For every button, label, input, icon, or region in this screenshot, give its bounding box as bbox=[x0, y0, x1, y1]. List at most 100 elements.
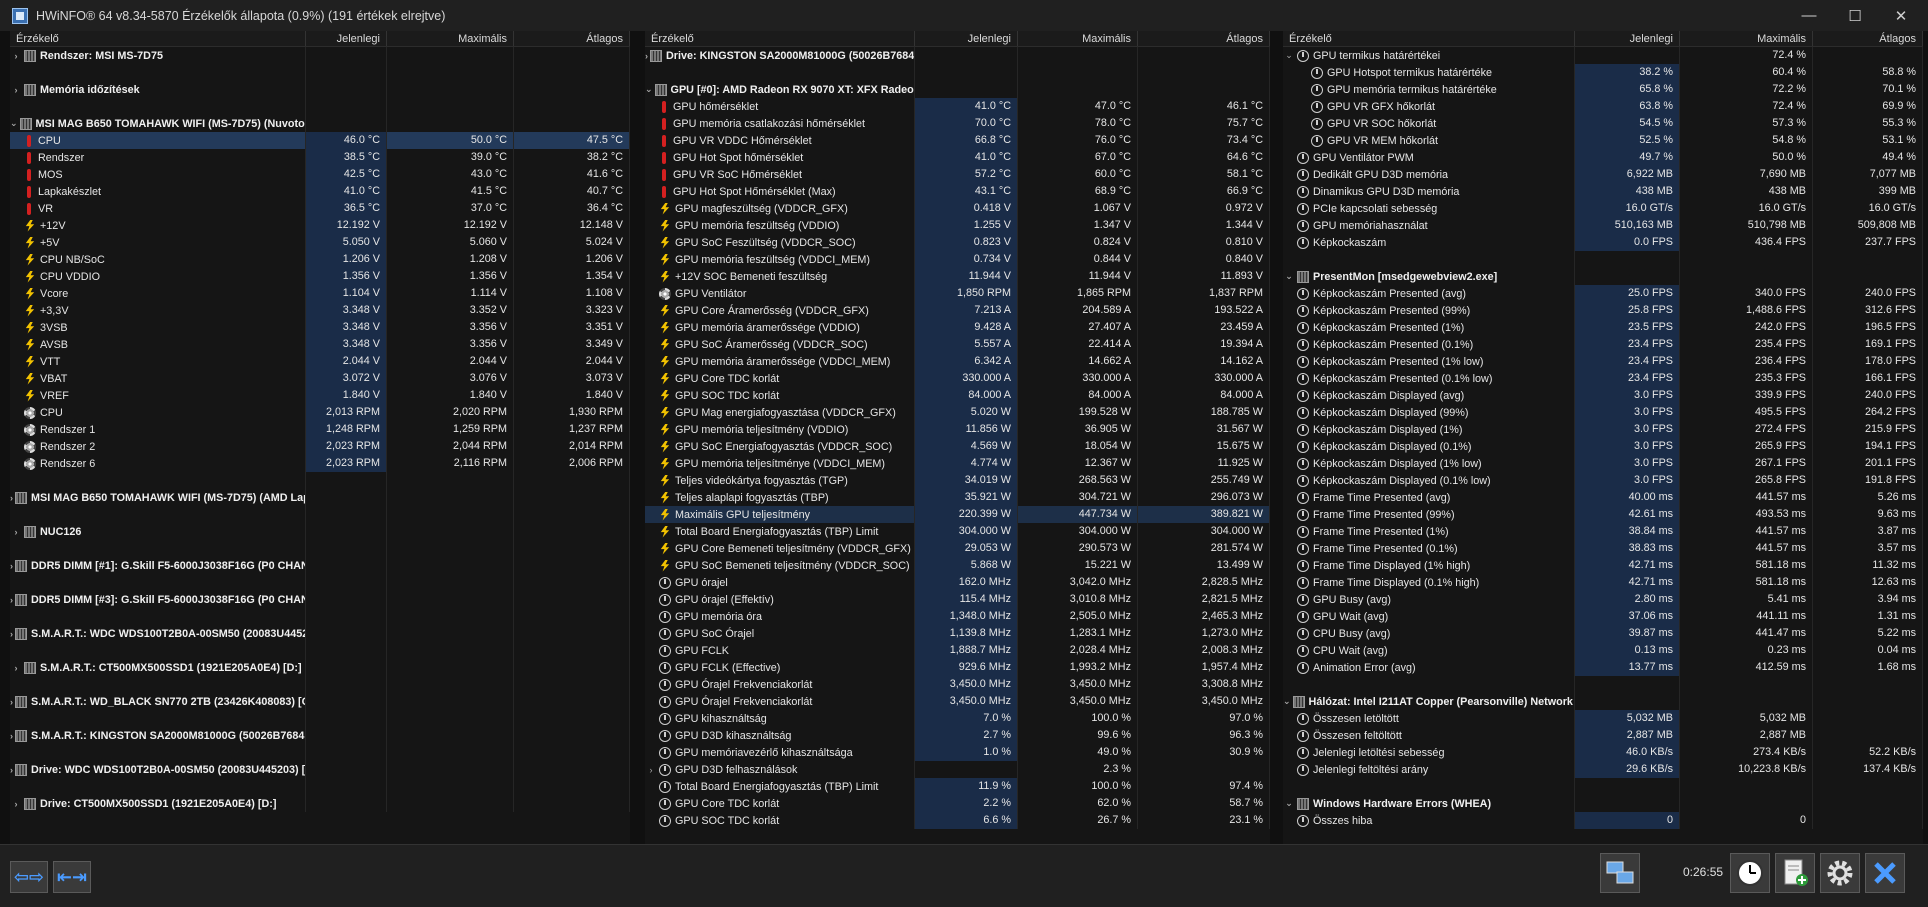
sensor-row[interactable]: CPU NB/SoC 1.206 V 1.208 V 1.206 V bbox=[10, 251, 630, 268]
sensor-row[interactable]: GPU memóriavezérlő kihasználtsága 1.0 % 49… bbox=[645, 744, 1270, 761]
sensor-row[interactable]: VTT 2.044 V 2.044 V 2.044 V bbox=[10, 353, 630, 370]
column-max[interactable]: Maximális bbox=[1018, 31, 1138, 46]
sensor-row[interactable]: GPU Wait (avg) 37.06 ms 441.11 ms 1.31 ms bbox=[1283, 608, 1923, 625]
sensor-panel-2[interactable]: Érzékelő Jelenlegi Maximális Átlagos › Drive:… bbox=[645, 31, 1270, 844]
sensor-row[interactable]: AVSB 3.348 V 3.356 V 3.349 V bbox=[10, 336, 630, 353]
sensor-panel-3[interactable]: Érzékelő Jelenlegi Maximális Átlagos ⌄ GPU te… bbox=[1283, 31, 1923, 844]
expand-toggle-icon[interactable]: › bbox=[10, 799, 22, 809]
column-avg[interactable]: Átlagos bbox=[514, 31, 630, 46]
sensor-group-header[interactable]: › MSI MAG B650 TOMAHAWK WIFI (MS-7D75) (A… bbox=[10, 489, 630, 506]
sensor-row[interactable]: Képkockaszám 0.0 FPS 436.4 FPS 237.7 FPS bbox=[1283, 234, 1923, 251]
expand-toggle-icon[interactable]: ⌄ bbox=[645, 84, 653, 95]
expand-toggle-icon[interactable]: ⌄ bbox=[1283, 271, 1295, 282]
column-current[interactable]: Jelenlegi bbox=[1575, 31, 1680, 46]
expand-toggle-icon[interactable]: › bbox=[10, 595, 13, 605]
sensor-row[interactable]: GPU Hot Spot hőmérséklet 41.0 °C 67.0 °C 64… bbox=[645, 149, 1270, 166]
sensor-row[interactable]: +12V 12.192 V 12.192 V 12.148 V bbox=[10, 217, 630, 234]
sensor-row[interactable]: GPU memória óra 1,348.0 MHz 2,505.0 MHz 2,4… bbox=[645, 608, 1270, 625]
collapse-expand-button[interactable]: ⇤⇥ bbox=[53, 861, 91, 893]
sensor-row[interactable]: GPU memória áramerőssége (VDDIO) 9.428 A2… bbox=[645, 319, 1270, 336]
sensor-row[interactable]: Frame Time Presented (avg) 40.00 ms 441.57… bbox=[1283, 489, 1923, 506]
sensor-row[interactable]: Rendszer 2 2,023 RPM 2,044 RPM 2,014 RPM bbox=[10, 438, 630, 455]
sensor-row[interactable]: GPU VR GFX hőkorlát 63.8 % 72.4 % 69.9 % bbox=[1283, 98, 1923, 115]
sensor-row[interactable]: +3,3V 3.348 V 3.352 V 3.323 V bbox=[10, 302, 630, 319]
sensor-row[interactable]: VREF 1.840 V 1.840 V 1.840 V bbox=[10, 387, 630, 404]
sensor-row[interactable]: GPU FCLK (Effective) 929.6 MHz 1,993.2 MHz… bbox=[645, 659, 1270, 676]
sensor-row[interactable]: GPU Ventilátor 1,850 RPM 1,865 RPM 1,837 RP… bbox=[645, 285, 1270, 302]
sensor-row[interactable]: GPU magfeszültség (VDDCR_GFX) 0.418 V 1.06… bbox=[645, 200, 1270, 217]
column-name[interactable]: Érzékelő bbox=[10, 31, 306, 46]
sensor-row[interactable]: GPU SoC Órajel 1,139.8 MHz 1,283.1 MHz 1,27… bbox=[645, 625, 1270, 642]
sensor-row[interactable]: GPU Ventilátor PWM 49.7 % 50.0 % 49.4 % bbox=[1283, 149, 1923, 166]
expand-toggle-icon[interactable]: › bbox=[10, 493, 13, 503]
sensor-row[interactable]: Teljes videókártya fogyasztás (TGP) 34.01… bbox=[645, 472, 1270, 489]
sensor-row[interactable]: GPU órajel (Effektív) 115.4 MHz 3,010.8 MH… bbox=[645, 591, 1270, 608]
sensor-group-header[interactable]: › S.M.A.R.T.: WDC WDS100T2B0A-00SM50 (200… bbox=[10, 625, 630, 642]
sensor-row[interactable]: Lapkakészlet 41.0 °C 41.5 °C 40.7 °C bbox=[10, 183, 630, 200]
expand-toggle-icon[interactable]: ⌄ bbox=[10, 118, 18, 129]
expand-toggle-icon[interactable]: ⌄ bbox=[1283, 798, 1295, 809]
sensor-row[interactable]: GPU memória feszültség (VDDCI_MEM) 0.734 … bbox=[645, 251, 1270, 268]
sensor-row[interactable]: Képkockaszám Presented (0.1%) 23.4 FPS 235… bbox=[1283, 336, 1923, 353]
sensor-row[interactable]: +5V 5.050 V 5.060 V 5.024 V bbox=[10, 234, 630, 251]
sensor-row[interactable]: CPU Wait (avg) 0.13 ms 0.23 ms 0.04 ms bbox=[1283, 642, 1923, 659]
sensor-row[interactable]: GPU SoC Áramerősség (VDDCR_SOC) 5.557 A 22… bbox=[645, 336, 1270, 353]
sensor-row[interactable]: GPU memória áramerőssége (VDDCI_MEM) 6.34… bbox=[645, 353, 1270, 370]
sensor-row[interactable]: Képkockaszám Displayed (avg) 3.0 FPS 339.9… bbox=[1283, 387, 1923, 404]
sensor-row[interactable]: Maximális GPU teljesítmény 220.399 W 447.7… bbox=[645, 506, 1270, 523]
expand-toggle-icon[interactable]: › bbox=[10, 765, 13, 775]
sensor-group-header[interactable]: › Drive: KINGSTON SA2000M81000G (50026B76… bbox=[645, 47, 1270, 64]
close-window-button[interactable]: ✕ bbox=[1878, 0, 1924, 31]
sensor-row[interactable]: GPU memória termikus határértéke 65.8 % 72… bbox=[1283, 81, 1923, 98]
expand-toggle-icon[interactable]: › bbox=[645, 51, 648, 61]
sensor-group-header[interactable]: ⌄ PresentMon [msedgewebview2.exe] bbox=[1283, 268, 1923, 285]
sensor-row[interactable]: MOS 42.5 °C 43.0 °C 41.6 °C bbox=[10, 166, 630, 183]
sensor-group-header[interactable]: › DDR5 DIMM [#3]: G.Skill F5-6000J3038F16… bbox=[10, 591, 630, 608]
sensor-row[interactable]: Összes hiba 0 0 bbox=[1283, 812, 1923, 829]
column-name[interactable]: Érzékelő bbox=[1283, 31, 1575, 46]
sensor-row[interactable]: GPU SoC Bemeneti teljesítmény (VDDCR_SOC… bbox=[645, 557, 1270, 574]
expand-toggle-icon[interactable]: › bbox=[10, 629, 13, 639]
sensor-row[interactable]: 3VSB 3.348 V 3.356 V 3.351 V bbox=[10, 319, 630, 336]
sensor-row[interactable]: Képkockaszám Presented (1% low) 23.4 FPS 2… bbox=[1283, 353, 1923, 370]
sensor-row[interactable]: GPU VR SoC Hőmérséklet 57.2 °C 60.0 °C 58.1… bbox=[645, 166, 1270, 183]
column-max[interactable]: Maximális bbox=[1680, 31, 1813, 46]
column-current[interactable]: Jelenlegi bbox=[306, 31, 387, 46]
sensor-row[interactable]: GPU SOC TDC korlát 6.6 % 26.7 % 23.1 % bbox=[645, 812, 1270, 829]
sensor-row[interactable]: GPU Mag energiafogyasztása (VDDCR_GFX) 5.… bbox=[645, 404, 1270, 421]
sensor-row[interactable]: Jelenlegi feltöltési arány 29.6 KB/s 10,22… bbox=[1283, 761, 1923, 778]
expand-toggle-icon[interactable]: ⌄ bbox=[1283, 50, 1295, 61]
sensor-row[interactable]: GPU VR SOC hőkorlát 54.5 % 57.3 % 55.3 % bbox=[1283, 115, 1923, 132]
sensor-row[interactable]: GPU D3D kihasználtság 2.7 % 99.6 % 96.3 % bbox=[645, 727, 1270, 744]
sensor-row[interactable]: Képkockaszám Displayed (99%) 3.0 FPS 495.5… bbox=[1283, 404, 1923, 421]
sensor-row[interactable]: Képkockaszám Presented (99%) 25.8 FPS 1,48… bbox=[1283, 302, 1923, 319]
sensor-row[interactable]: Képkockaszám Displayed (1% low) 3.0 FPS 26… bbox=[1283, 455, 1923, 472]
sensor-group-header[interactable]: › Drive: WDC WDS100T2B0A-00SM50 (20083U44… bbox=[10, 761, 630, 778]
close-sensors-button[interactable] bbox=[1865, 853, 1905, 893]
column-current[interactable]: Jelenlegi bbox=[915, 31, 1018, 46]
maximize-button[interactable]: ☐ bbox=[1832, 0, 1878, 31]
sensor-row[interactable]: GPU órajel 162.0 MHz 3,042.0 MHz 2,828.5 MH… bbox=[645, 574, 1270, 591]
sensor-row[interactable]: GPU memória csatlakozási hőmérséklet 70.0… bbox=[645, 115, 1270, 132]
expand-toggle-icon[interactable]: › bbox=[10, 663, 22, 673]
sensor-row[interactable]: GPU memória teljesítménye (VDDCI_MEM) 4.7… bbox=[645, 455, 1270, 472]
navigate-arrows-button[interactable]: ⇦⇨ bbox=[10, 861, 48, 893]
column-max[interactable]: Maximális bbox=[387, 31, 514, 46]
sensor-row[interactable]: › GPU D3D felhasználások 2.3 % bbox=[645, 761, 1270, 778]
sensor-row[interactable]: Képkockaszám Displayed (1%) 3.0 FPS 272.4 … bbox=[1283, 421, 1923, 438]
sensor-row[interactable]: Frame Time Displayed (1% high) 42.71 ms 58… bbox=[1283, 557, 1923, 574]
sensor-group-header[interactable]: › Rendszer: MSI MS-7D75 bbox=[10, 47, 630, 64]
sensor-row[interactable]: Dinamikus GPU D3D memória 438 MB 438 MB 399… bbox=[1283, 183, 1923, 200]
sensor-row[interactable]: +12V SOC Bemeneti feszültség 11.944 V 11.9… bbox=[645, 268, 1270, 285]
expand-toggle-icon[interactable]: › bbox=[10, 85, 22, 95]
sensor-row[interactable]: VR 36.5 °C 37.0 °C 36.4 °C bbox=[10, 200, 630, 217]
sensor-row[interactable]: Rendszer 1 1,248 RPM 1,259 RPM 1,237 RPM bbox=[10, 421, 630, 438]
sensor-row[interactable]: Képkockaszám Displayed (0.1%) 3.0 FPS 265.… bbox=[1283, 438, 1923, 455]
sensor-panel-1[interactable]: Érzékelő Jelenlegi Maximális Átlagos › Rendsz… bbox=[10, 31, 630, 844]
sensor-row[interactable]: Rendszer 6 2,023 RPM 2,116 RPM 2,006 RPM bbox=[10, 455, 630, 472]
column-avg[interactable]: Átlagos bbox=[1813, 31, 1923, 46]
logging-button[interactable] bbox=[1775, 853, 1815, 893]
sensor-row[interactable]: Frame Time Presented (99%) 42.61 ms 493.53… bbox=[1283, 506, 1923, 523]
sensor-row[interactable]: GPU memóriahasználat 510,163 MB 510,798 MB… bbox=[1283, 217, 1923, 234]
sensor-row[interactable]: GPU Core Áramerősség (VDDCR_GFX) 7.213 A2… bbox=[645, 302, 1270, 319]
